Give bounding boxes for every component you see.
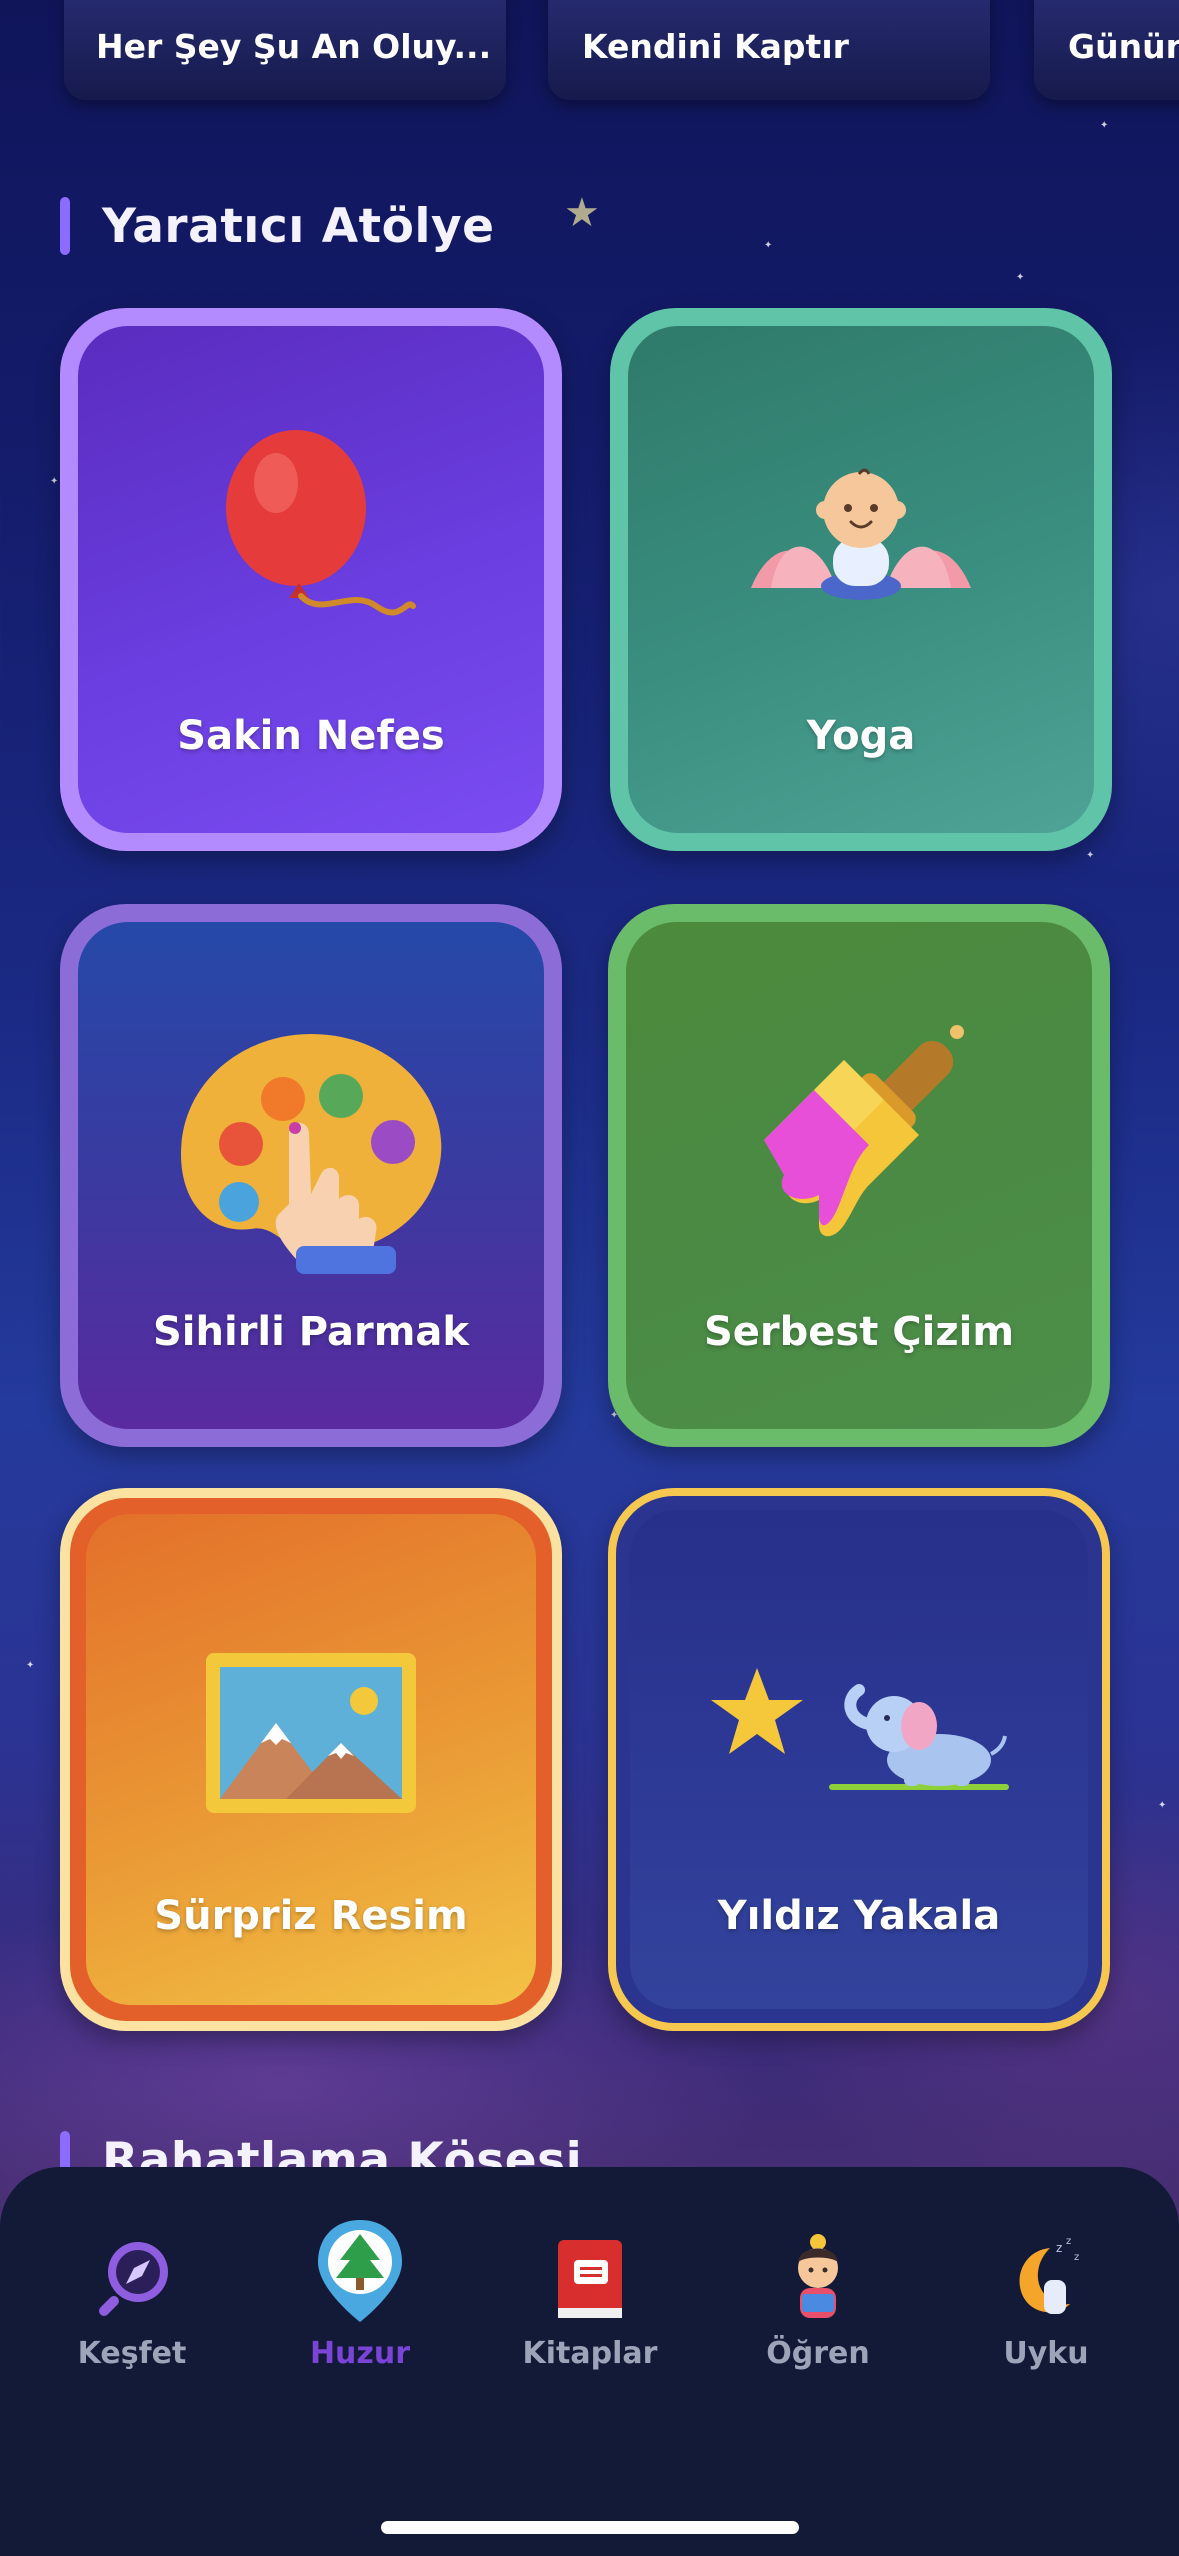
activity-card-label: Sürpriz Resim: [154, 1893, 468, 1939]
balloon-icon: [226, 430, 416, 616]
svg-text:z: z: [1074, 2252, 1079, 2263]
activity-card-surpriz-resim[interactable]: Sürpriz Resim: [60, 1488, 562, 2031]
activity-card-sakin-nefes[interactable]: Sakin Nefes: [60, 308, 562, 851]
activity-card-label: Sihirli Parmak: [152, 1309, 469, 1355]
nav-item-label: Kitaplar: [522, 2336, 658, 2371]
star-decoration: ✦: [764, 240, 773, 251]
star-decoration: ✦: [1158, 1800, 1167, 1811]
home-indicator: [381, 2521, 799, 2534]
activity-card-label: Yoga: [806, 713, 916, 759]
nav-item-label: Uyku: [1003, 2336, 1089, 2371]
activity-card-label: Sakin Nefes: [177, 713, 445, 759]
star-decoration: ✦: [26, 1660, 35, 1671]
nav-item-uyku[interactable]: z z z Uyku: [946, 2230, 1146, 2380]
activity-card-label: Serbest Çizim: [703, 1309, 1015, 1355]
learning-child-icon: [770, 2230, 866, 2326]
bottom-navigation: Keşfet Huzur Kitaplar Öğren z z z Uyku: [0, 2167, 1179, 2556]
activity-card-serbest-cizim[interactable]: Serbest Çizim: [608, 904, 1110, 1447]
palette-finger-icon: [181, 1034, 442, 1274]
featured-carousel: Her Şey Şu An Oluy... Kendini Kaptır Gün…: [0, 0, 1179, 110]
nav-item-huzur[interactable]: Huzur: [260, 2220, 460, 2380]
svg-text:z: z: [1066, 2236, 1071, 2247]
carousel-card[interactable]: Günün: [1034, 0, 1179, 100]
paintbrush-icon: [764, 1025, 964, 1237]
nav-item-kitaplar[interactable]: Kitaplar: [490, 2230, 690, 2380]
tree-pin-icon: [312, 2220, 408, 2326]
activity-card-yildiz-yakala[interactable]: Yıldız Yakala: [608, 1488, 1110, 2031]
moon-sleep-icon: z z z: [998, 2230, 1094, 2326]
nav-item-ogren[interactable]: Öğren: [718, 2230, 918, 2380]
nav-item-kesfet[interactable]: Keşfet: [32, 2230, 232, 2380]
carousel-card-label: Günün: [1068, 27, 1179, 66]
section-title: Yaratıcı Atölye: [102, 198, 495, 254]
activity-card-sihirli-parmak[interactable]: Sihirli Parmak: [60, 904, 562, 1447]
picture-frame-icon: [206, 1653, 416, 1813]
section-header-creative: Yaratıcı Atölye: [60, 196, 495, 256]
star-elephant-icon: [711, 1668, 1009, 1790]
star-decoration: ✦: [1016, 272, 1025, 283]
star-decoration: ★: [564, 190, 600, 236]
nav-item-label: Huzur: [309, 2336, 411, 2371]
carousel-card-label: Her Şey Şu An Oluy...: [96, 27, 492, 66]
star-decoration: ✦: [50, 476, 59, 487]
baby-lotus-icon: [751, 468, 971, 600]
nav-item-label: Öğren: [766, 2336, 870, 2371]
carousel-card[interactable]: Her Şey Şu An Oluy...: [64, 0, 506, 100]
star-decoration: ✦: [1100, 120, 1109, 131]
book-icon: [542, 2230, 638, 2326]
explore-icon: [84, 2230, 180, 2326]
activity-card-yoga[interactable]: Yoga: [610, 308, 1112, 851]
section-accent-bar: [60, 197, 70, 255]
svg-text:z: z: [1056, 2241, 1062, 2255]
activity-card-label: Yıldız Yakala: [717, 1893, 1001, 1939]
star-decoration: ✦: [1086, 850, 1095, 861]
carousel-card[interactable]: Kendini Kaptır: [548, 0, 990, 100]
carousel-card-label: Kendini Kaptır: [582, 27, 849, 66]
nav-item-label: Keşfet: [77, 2336, 187, 2371]
